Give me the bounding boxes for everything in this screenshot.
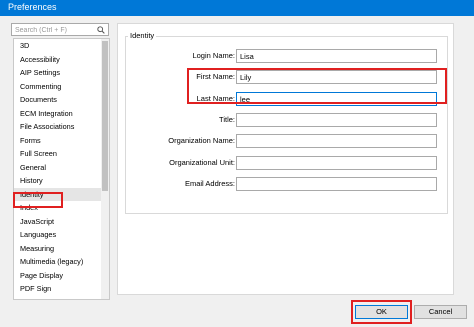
cancel-button[interactable]: Cancel: [414, 305, 467, 319]
login-name-label: Login Name:: [192, 51, 235, 60]
title-label: Title:: [219, 115, 235, 124]
category-item[interactable]: PDF Sign: [14, 282, 109, 296]
scrollbar-thumb[interactable]: [102, 41, 108, 191]
search-input[interactable]: [15, 25, 93, 35]
category-item[interactable]: Commenting: [14, 80, 109, 94]
title-field[interactable]: [236, 113, 437, 127]
organization-name-field[interactable]: [236, 134, 437, 148]
login-name-row: Login Name:: [118, 49, 448, 63]
category-item[interactable]: JavaScript: [14, 215, 109, 229]
category-item[interactable]: AIP Settings: [14, 66, 109, 80]
email-address-field[interactable]: [236, 177, 437, 191]
window-title: Preferences: [8, 2, 57, 12]
login-name-input[interactable]: [237, 50, 436, 62]
category-list: 3D Accessibility AIP Settings Commenting…: [13, 38, 110, 300]
identity-group-title: Identity: [128, 31, 157, 40]
category-item[interactable]: ECM Integration: [14, 107, 109, 121]
organizational-unit-field[interactable]: [236, 156, 437, 170]
organization-name-label: Organization Name:: [168, 136, 235, 145]
identity-panel: Identity Login Name: First Name: Last Na…: [117, 23, 454, 295]
category-item[interactable]: Full Screen: [14, 147, 109, 161]
category-item[interactable]: History: [14, 174, 109, 188]
title-bar: Preferences: [0, 0, 474, 16]
organization-name-row: Organization Name:: [118, 134, 448, 148]
category-item[interactable]: Measuring: [14, 242, 109, 256]
category-item[interactable]: 3D: [14, 39, 109, 53]
title-row: Title:: [118, 113, 448, 127]
name-fields-highlight-box: [187, 68, 447, 104]
email-address-label: Email Address:: [184, 179, 235, 188]
category-item[interactable]: Multimedia (legacy): [14, 255, 109, 269]
organizational-unit-row: Organizational Unit:: [118, 156, 448, 170]
email-address-input[interactable]: [237, 178, 436, 190]
category-item[interactable]: General: [14, 161, 109, 175]
organizational-unit-label: Organizational Unit:: [169, 158, 235, 167]
category-item[interactable]: Forms: [14, 134, 109, 148]
organizational-unit-input[interactable]: [237, 157, 436, 169]
category-item[interactable]: Documents: [14, 93, 109, 107]
login-name-field[interactable]: [236, 49, 437, 63]
organization-name-input[interactable]: [237, 135, 436, 147]
search-icon[interactable]: [97, 26, 105, 34]
category-scrollbar[interactable]: [101, 39, 109, 299]
search-box[interactable]: [11, 23, 109, 36]
category-item[interactable]: Languages: [14, 228, 109, 242]
email-address-row: Email Address:: [118, 177, 448, 191]
ok-highlight-box: [351, 300, 412, 324]
category-item[interactable]: File Associations: [14, 120, 109, 134]
identity-highlight-box: [13, 192, 63, 208]
title-input[interactable]: [237, 114, 436, 126]
category-item[interactable]: Accessibility: [14, 53, 109, 67]
category-item[interactable]: Page Display: [14, 269, 109, 283]
